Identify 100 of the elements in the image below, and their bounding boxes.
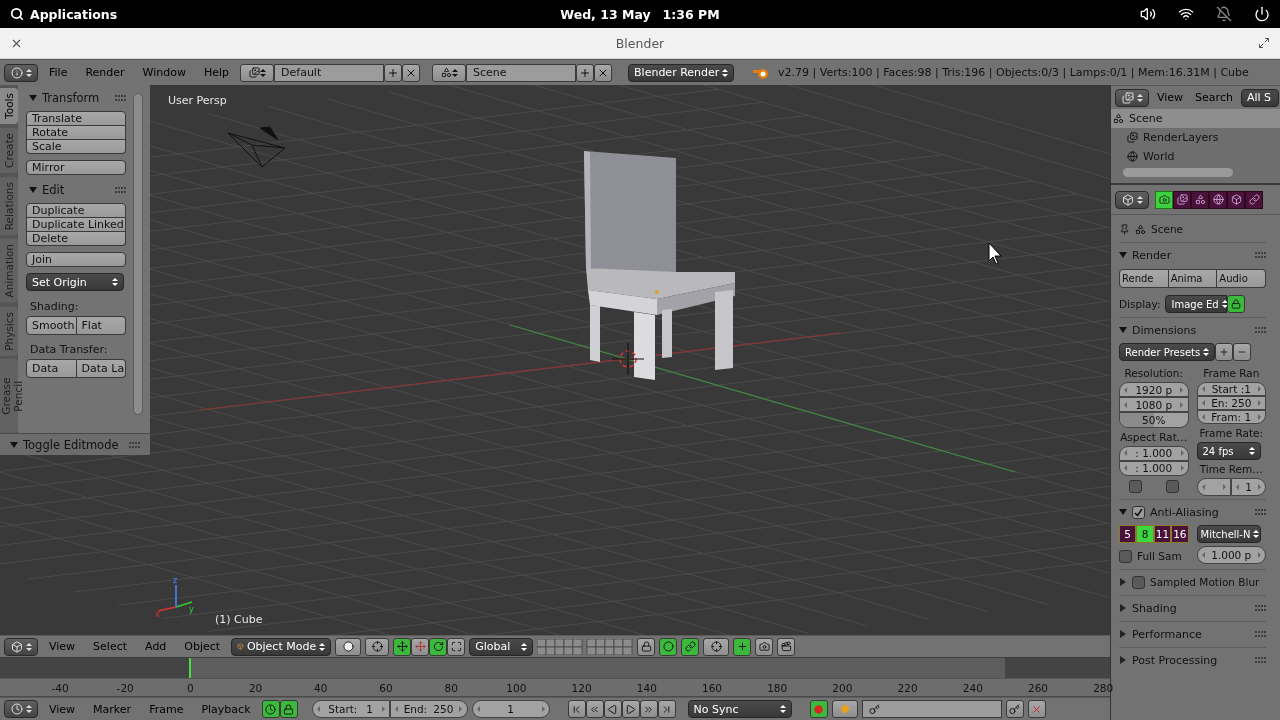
tool-button[interactable]: Data [26, 359, 77, 378]
set-origin-dropdown[interactable]: Set Origin [26, 273, 124, 291]
remove-preset-button[interactable] [1233, 343, 1251, 361]
snap-element-button[interactable] [703, 637, 730, 656]
add-button[interactable] [384, 63, 403, 82]
grip-icon[interactable] [1255, 631, 1266, 637]
tool-button[interactable]: Scale [26, 140, 126, 154]
tool-button[interactable]: Duplicate Linked [26, 218, 126, 232]
menu-item[interactable]: View [42, 640, 83, 653]
applications-menu[interactable]: Applications [30, 6, 118, 22]
insert-keyframe-button[interactable] [1005, 700, 1024, 718]
checkbox[interactable] [1165, 479, 1179, 493]
editor-type-button[interactable] [1115, 88, 1149, 107]
resolution-y-field[interactable]: 1080 p [1119, 397, 1189, 413]
grip-icon[interactable] [1255, 327, 1266, 333]
proportional-edit-button[interactable] [659, 637, 678, 656]
properties-tab[interactable] [1227, 190, 1245, 209]
properties-tab[interactable] [1155, 190, 1173, 209]
filter-dropdown[interactable]: Mitchell-N [1196, 525, 1261, 543]
menu-item[interactable]: Help [196, 66, 237, 79]
disclosure-triangle-icon[interactable] [1119, 656, 1127, 664]
tool-button[interactable]: Delete [26, 232, 126, 246]
notifications-off-icon[interactable] [1216, 6, 1232, 22]
keying-set-field[interactable] [861, 700, 1002, 718]
next-keyframe-button[interactable] [639, 700, 658, 718]
outliner-item[interactable]: World [1111, 147, 1280, 166]
play-button[interactable] [621, 700, 640, 718]
maximize-icon[interactable] [1258, 37, 1270, 49]
playhead[interactable] [188, 658, 191, 678]
tool-button[interactable]: Translate [26, 111, 126, 126]
grip-icon[interactable] [1255, 605, 1266, 611]
screen-layout-button[interactable] [240, 63, 275, 82]
panel-title[interactable]: Anti-Aliasing [1150, 505, 1250, 519]
scale-manipulator-button[interactable] [447, 637, 466, 656]
delete-keyframe-button[interactable] [1027, 700, 1046, 718]
time-remap-new-field[interactable]: 1 [1231, 478, 1266, 496]
jump-start-button[interactable] [567, 700, 586, 718]
scene-selector-button[interactable] [432, 63, 467, 82]
render-button[interactable]: Anima [1168, 269, 1218, 288]
checkbox[interactable] [1132, 505, 1145, 519]
start-frame-field[interactable]: Start: 1 [311, 700, 390, 718]
menu-item[interactable]: Render [78, 66, 132, 79]
lock-range-button[interactable] [279, 700, 298, 718]
menu-item[interactable]: Marker [86, 702, 139, 716]
render-engine-dropdown[interactable]: Blender Render [628, 63, 735, 82]
pivot-button[interactable] [365, 637, 390, 656]
panel-title[interactable]: Post Processing [1132, 653, 1250, 667]
time-remap-old-field[interactable] [1196, 478, 1232, 496]
scrollbar[interactable] [1123, 168, 1233, 177]
properties-tab[interactable] [1209, 190, 1227, 209]
grip-icon[interactable] [129, 441, 140, 448]
checkbox[interactable] [1132, 575, 1145, 589]
tool-button[interactable]: Duplicate [26, 203, 126, 218]
grip-icon[interactable] [1255, 657, 1266, 663]
search-icon[interactable] [10, 7, 24, 21]
panel-title[interactable]: Performance [1132, 627, 1250, 641]
disclosure-triangle-icon[interactable] [29, 94, 37, 102]
snap-target-button[interactable] [733, 637, 752, 656]
tool-button[interactable]: Data La [76, 359, 126, 378]
resolution-percentage-slider[interactable]: 50% [1119, 412, 1189, 428]
layer-lock-button[interactable] [637, 637, 656, 656]
panel-title[interactable]: Edit [42, 183, 110, 197]
orientation-dropdown[interactable]: Global [469, 637, 534, 656]
outliner-item[interactable]: RenderLayers [1111, 128, 1280, 147]
translate-manipulator-button[interactable] [411, 637, 430, 656]
disclosure-triangle-icon[interactable] [1119, 508, 1127, 516]
pin-icon[interactable] [1119, 223, 1130, 235]
frame-rate-dropdown[interactable]: 24 fps [1196, 442, 1261, 460]
disclosure-triangle-icon[interactable] [10, 440, 18, 449]
lock-button[interactable] [1227, 295, 1246, 313]
sample-count-option[interactable]: 16 [1171, 525, 1189, 543]
keying-button[interactable] [831, 700, 858, 718]
end-frame-field[interactable]: End: 250 [389, 700, 468, 718]
render-still-button[interactable] [755, 637, 774, 656]
add-preset-button[interactable] [1215, 343, 1233, 361]
editor-type-button[interactable] [4, 63, 38, 82]
menu-item[interactable]: Window [135, 66, 193, 79]
render-button[interactable]: Audio [1217, 269, 1266, 288]
timeline-track[interactable] [0, 657, 1110, 678]
menu-item[interactable]: Add [138, 640, 174, 653]
outliner-item[interactable]: Scene [1111, 109, 1280, 128]
disclosure-triangle-icon[interactable] [1119, 326, 1127, 334]
display-mode-dropdown[interactable]: All S [1240, 88, 1279, 107]
rotate-manipulator-button[interactable] [429, 637, 448, 656]
preview-range-button[interactable] [261, 700, 280, 718]
disclosure-triangle-icon[interactable] [1119, 630, 1127, 638]
render-button[interactable]: Rende [1119, 269, 1169, 288]
grip-icon[interactable] [1255, 252, 1266, 258]
tool-button[interactable]: Mirror [26, 160, 126, 175]
properties-tab[interactable] [1245, 190, 1263, 209]
menu-item[interactable]: View [1153, 91, 1188, 104]
menu-item[interactable]: Frame [142, 702, 191, 716]
delete-button[interactable] [402, 63, 421, 82]
menu-item[interactable]: Playback [194, 702, 258, 716]
panel-title[interactable]: Render [1132, 248, 1250, 262]
manipulator-toggle-button[interactable] [393, 637, 412, 656]
menu-item[interactable]: Select [86, 640, 135, 653]
editor-type-button[interactable] [4, 637, 38, 656]
scrollbar[interactable] [133, 93, 143, 415]
tool-shelf-tab[interactable]: Tools [0, 88, 18, 124]
